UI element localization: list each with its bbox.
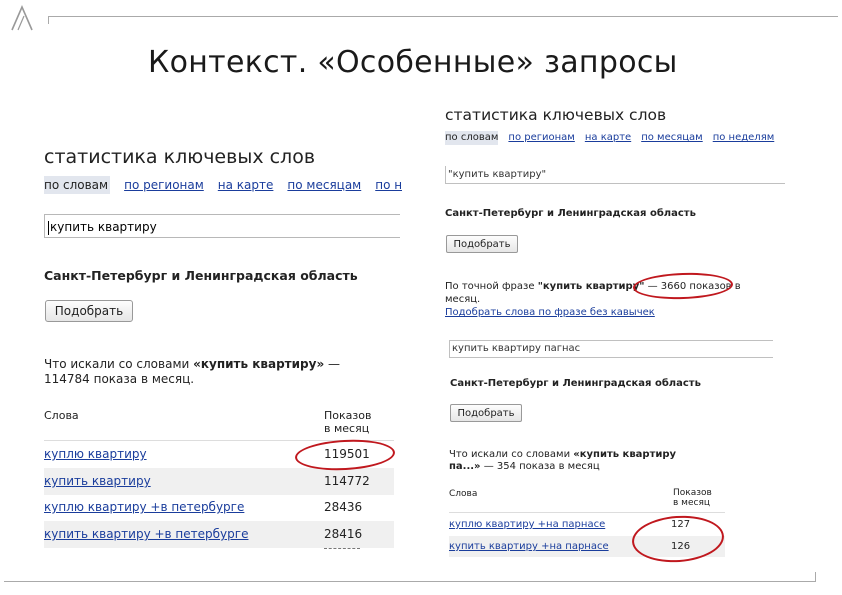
left-tab-on-map[interactable]: на карте <box>218 176 274 194</box>
top-divider <box>48 16 838 17</box>
right-summary-suffix: — 354 показа в месяц <box>480 461 600 472</box>
table-row: купить квартиру +в петербурге 28416 <box>44 521 394 548</box>
keyword-link[interactable]: куплю квартиру +в петербурге <box>44 494 244 521</box>
right-col-shows-line1: Показов <box>673 488 712 498</box>
right-phrase-query: "купить квартиру" <box>537 281 645 292</box>
left-tab-by-regions[interactable]: по регионам <box>124 176 204 194</box>
right-summary-prefix: Что искали со словами <box>449 449 574 460</box>
keyword-link[interactable]: купить квартиру +на парнасе <box>449 536 609 557</box>
left-col-shows-line2: в месяц <box>324 422 370 435</box>
left-select-button[interactable]: Подобрать <box>45 300 133 322</box>
right-col-words: Слова <box>449 489 478 499</box>
left-tab-by-months[interactable]: по месяцам <box>287 176 361 194</box>
right-tab-by-weeks[interactable]: по неделям <box>713 131 775 145</box>
shows-count: 114772 <box>324 474 370 488</box>
right-tab-by-months[interactable]: по месяцам <box>641 131 703 145</box>
right-select-button-1[interactable]: Подобрать <box>446 235 518 253</box>
right-tab-on-map[interactable]: на карте <box>585 131 631 145</box>
shows-count: 28436 <box>324 500 363 514</box>
table-row: куплю квартиру +в петербурге 28436 <box>44 494 394 521</box>
left-search-input[interactable]: купить квартиру <box>44 214 400 238</box>
keyword-link[interactable]: куплю квартиру +на парнасе <box>449 514 605 535</box>
bottom-divider <box>4 581 816 582</box>
right-search-input-exact[interactable]: "купить квартиру" <box>445 166 785 184</box>
top-divider-tick <box>48 16 49 24</box>
left-col-shows-line1: Показов <box>324 409 372 422</box>
left-summary: Что искали со словами «купить квартиру» … <box>44 357 344 387</box>
left-summary-query: «купить квартиру» <box>193 357 325 371</box>
right-region-label-2: Санкт-Петербург и Ленинградская область <box>450 378 701 389</box>
keyword-link[interactable]: куплю квартиру <box>44 441 147 468</box>
left-col-words: Слова <box>44 409 79 422</box>
right-tab-by-regions[interactable]: по регионам <box>508 131 574 145</box>
right-col-shows: Показов в месяц <box>673 488 712 508</box>
right-region-label-1: Санкт-Петербург и Ленинградская область <box>445 208 696 219</box>
right-table-divider <box>449 512 725 513</box>
left-summary-prefix: Что искали со словами <box>44 357 194 371</box>
right-search-input-2[interactable]: купить квартиру пагнас <box>449 340 773 358</box>
right-phrase-prefix: По точной фразе <box>445 281 538 292</box>
slide-title: Контекст. «Особенные» запросы <box>148 45 678 80</box>
keyword-link[interactable]: купить квартиру +в петербурге <box>44 521 248 548</box>
right-tabs: по словам по регионам на карте по месяцам по… <box>445 131 785 145</box>
left-tab-by-words[interactable]: по словам <box>44 176 111 194</box>
left-tab-by-weeks[interactable]: по не <box>375 176 402 194</box>
right-select-button-2[interactable]: Подобрать <box>450 404 522 422</box>
right-summary: Что искали со словами «купить квартиру п… <box>449 449 699 473</box>
logo-icon <box>11 5 33 31</box>
left-table-cutoff <box>324 548 360 550</box>
left-region-label: Санкт-Петербург и Ленинградская область <box>44 268 358 283</box>
left-tabs: по словам по регионам на карте по месяцам по… <box>44 176 402 194</box>
left-stats-heading: статистика ключевых слов <box>44 146 316 168</box>
bottom-divider-tick <box>815 572 816 582</box>
table-row: купить квартиру 114772 <box>44 468 394 495</box>
right-tab-by-words[interactable]: по словам <box>445 131 499 145</box>
keyword-link[interactable]: купить квартиру <box>44 468 151 495</box>
right-col-shows-line2: в месяц <box>673 498 710 508</box>
shows-count: 28416 <box>324 527 363 541</box>
right-phrase-without-quotes-link[interactable]: Подобрать слова по фразе без кавычек <box>445 307 655 318</box>
left-col-shows: Показов в месяц <box>324 409 371 435</box>
right-stats-heading: статистика ключевых слов <box>445 106 667 124</box>
